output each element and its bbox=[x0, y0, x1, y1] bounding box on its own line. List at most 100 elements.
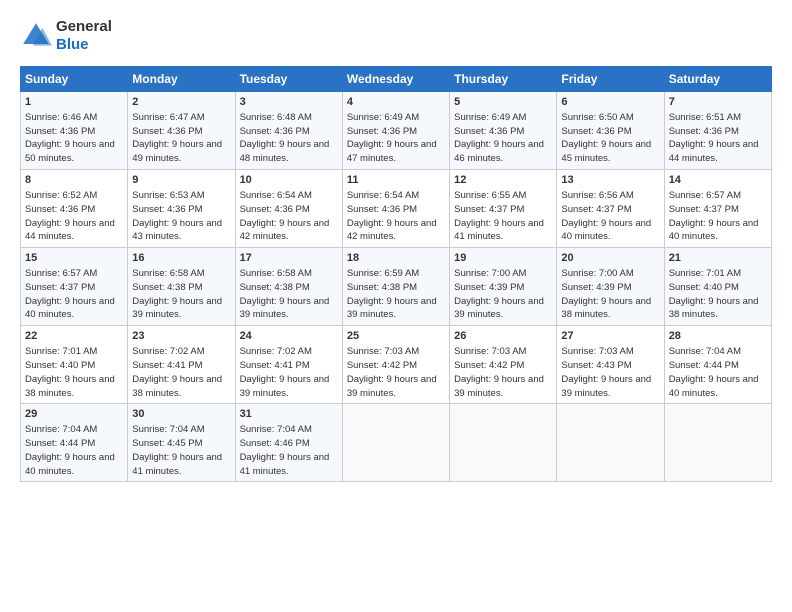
calendar-header-monday: Monday bbox=[128, 67, 235, 92]
calendar-header-tuesday: Tuesday bbox=[235, 67, 342, 92]
day-number: 25 bbox=[347, 329, 445, 344]
calendar-header-row: SundayMondayTuesdayWednesdayThursdayFrid… bbox=[21, 67, 772, 92]
day-number: 21 bbox=[669, 251, 767, 266]
calendar-cell: 22 Sunrise: 7:01 AMSunset: 4:40 PMDayligh… bbox=[21, 326, 128, 404]
day-detail: Sunrise: 7:01 AMSunset: 4:40 PMDaylight:… bbox=[25, 346, 115, 398]
day-detail: Sunrise: 6:56 AMSunset: 4:37 PMDaylight:… bbox=[561, 190, 651, 242]
day-number: 6 bbox=[561, 95, 659, 110]
calendar-table: SundayMondayTuesdayWednesdayThursdayFrid… bbox=[20, 66, 772, 482]
day-detail: Sunrise: 7:01 AMSunset: 4:40 PMDaylight:… bbox=[669, 268, 759, 320]
day-number: 3 bbox=[240, 95, 338, 110]
calendar-cell: 14Sunrise: 6:57 AMSunset: 4:37 PMDayligh… bbox=[664, 170, 771, 248]
day-detail: Sunrise: 7:04 AMSunset: 4:45 PMDaylight:… bbox=[132, 424, 222, 476]
calendar-cell: 17 Sunrise: 6:58 AMSunset: 4:38 PMDayligh… bbox=[235, 248, 342, 326]
day-detail: Sunrise: 7:00 AMSunset: 4:39 PMDaylight:… bbox=[454, 268, 544, 320]
calendar-header-friday: Friday bbox=[557, 67, 664, 92]
day-detail: Sunrise: 6:48 AMSunset: 4:36 PMDaylight:… bbox=[240, 112, 330, 164]
calendar-cell: 10Sunrise: 6:54 AMSunset: 4:36 PMDayligh… bbox=[235, 170, 342, 248]
day-number: 2 bbox=[132, 95, 230, 110]
day-detail: Sunrise: 7:02 AMSunset: 4:41 PMDaylight:… bbox=[132, 346, 222, 398]
calendar-cell: 20 Sunrise: 7:00 AMSunset: 4:39 PMDayligh… bbox=[557, 248, 664, 326]
day-number: 27 bbox=[561, 329, 659, 344]
calendar-cell: 31Sunrise: 7:04 AMSunset: 4:46 PMDayligh… bbox=[235, 404, 342, 482]
day-detail: Sunrise: 6:50 AMSunset: 4:36 PMDaylight:… bbox=[561, 112, 651, 164]
day-number: 26 bbox=[454, 329, 552, 344]
calendar-cell: 18 Sunrise: 6:59 AMSunset: 4:38 PMDayligh… bbox=[342, 248, 449, 326]
calendar-cell bbox=[342, 404, 449, 482]
day-number: 31 bbox=[240, 407, 338, 422]
calendar-header-sunday: Sunday bbox=[21, 67, 128, 92]
day-number: 7 bbox=[669, 95, 767, 110]
day-detail: Sunrise: 6:53 AMSunset: 4:36 PMDaylight:… bbox=[132, 190, 222, 242]
day-detail: Sunrise: 6:57 AMSunset: 4:37 PMDaylight:… bbox=[25, 268, 115, 320]
day-detail: Sunrise: 6:49 AMSunset: 4:36 PMDaylight:… bbox=[347, 112, 437, 164]
calendar-cell: 26 Sunrise: 7:03 AMSunset: 4:42 PMDayligh… bbox=[450, 326, 557, 404]
calendar-cell: 6 Sunrise: 6:50 AMSunset: 4:36 PMDaylight… bbox=[557, 92, 664, 170]
calendar-header-saturday: Saturday bbox=[664, 67, 771, 92]
calendar-cell: 8 Sunrise: 6:52 AMSunset: 4:36 PMDaylight… bbox=[21, 170, 128, 248]
header: General Blue bbox=[20, 18, 772, 54]
calendar-week-5: 29 Sunrise: 7:04 AMSunset: 4:44 PMDayligh… bbox=[21, 404, 772, 482]
day-number: 11 bbox=[347, 173, 445, 188]
day-detail: Sunrise: 6:55 AMSunset: 4:37 PMDaylight:… bbox=[454, 190, 544, 242]
calendar-week-1: 1Sunrise: 6:46 AMSunset: 4:36 PMDaylight… bbox=[21, 92, 772, 170]
day-detail: Sunrise: 6:47 AMSunset: 4:36 PMDaylight:… bbox=[132, 112, 222, 164]
day-number: 14 bbox=[669, 173, 767, 188]
day-number: 28 bbox=[669, 329, 767, 344]
calendar-cell: 29 Sunrise: 7:04 AMSunset: 4:44 PMDayligh… bbox=[21, 404, 128, 482]
logo-text: General Blue bbox=[56, 18, 112, 54]
day-number: 29 bbox=[25, 407, 123, 422]
day-number: 13 bbox=[561, 173, 659, 188]
day-number: 4 bbox=[347, 95, 445, 110]
day-number: 19 bbox=[454, 251, 552, 266]
day-number: 24 bbox=[240, 329, 338, 344]
day-detail: Sunrise: 6:58 AMSunset: 4:38 PMDaylight:… bbox=[240, 268, 330, 320]
day-number: 16 bbox=[132, 251, 230, 266]
day-number: 12 bbox=[454, 173, 552, 188]
day-detail: Sunrise: 7:03 AMSunset: 4:42 PMDaylight:… bbox=[347, 346, 437, 398]
day-number: 15 bbox=[25, 251, 123, 266]
calendar-cell bbox=[557, 404, 664, 482]
calendar-cell bbox=[664, 404, 771, 482]
day-detail: Sunrise: 6:52 AMSunset: 4:36 PMDaylight:… bbox=[25, 190, 115, 242]
day-detail: Sunrise: 6:54 AMSunset: 4:36 PMDaylight:… bbox=[347, 190, 437, 242]
day-detail: Sunrise: 7:00 AMSunset: 4:39 PMDaylight:… bbox=[561, 268, 651, 320]
calendar-cell: 30 Sunrise: 7:04 AMSunset: 4:45 PMDayligh… bbox=[128, 404, 235, 482]
calendar-cell: 1Sunrise: 6:46 AMSunset: 4:36 PMDaylight… bbox=[21, 92, 128, 170]
day-number: 17 bbox=[240, 251, 338, 266]
logo: General Blue bbox=[20, 18, 112, 54]
day-number: 20 bbox=[561, 251, 659, 266]
day-number: 30 bbox=[132, 407, 230, 422]
page: General Blue SundayMondayTuesdayWednesda… bbox=[0, 0, 792, 492]
day-detail: Sunrise: 6:58 AMSunset: 4:38 PMDaylight:… bbox=[132, 268, 222, 320]
calendar-cell: 11 Sunrise: 6:54 AMSunset: 4:36 PMDayligh… bbox=[342, 170, 449, 248]
calendar-header-wednesday: Wednesday bbox=[342, 67, 449, 92]
day-number: 9 bbox=[132, 173, 230, 188]
calendar-cell: 27 Sunrise: 7:03 AMSunset: 4:43 PMDayligh… bbox=[557, 326, 664, 404]
calendar-cell: 15 Sunrise: 6:57 AMSunset: 4:37 PMDayligh… bbox=[21, 248, 128, 326]
day-detail: Sunrise: 7:03 AMSunset: 4:43 PMDaylight:… bbox=[561, 346, 651, 398]
calendar-cell: 28 Sunrise: 7:04 AMSunset: 4:44 PMDayligh… bbox=[664, 326, 771, 404]
calendar-cell: 19 Sunrise: 7:00 AMSunset: 4:39 PMDayligh… bbox=[450, 248, 557, 326]
day-detail: Sunrise: 7:04 AMSunset: 4:44 PMDaylight:… bbox=[669, 346, 759, 398]
day-detail: Sunrise: 7:02 AMSunset: 4:41 PMDaylight:… bbox=[240, 346, 330, 398]
calendar-cell: 4 Sunrise: 6:49 AMSunset: 4:36 PMDaylight… bbox=[342, 92, 449, 170]
day-detail: Sunrise: 6:46 AMSunset: 4:36 PMDaylight:… bbox=[25, 112, 115, 164]
calendar-cell: 13 Sunrise: 6:56 AMSunset: 4:37 PMDayligh… bbox=[557, 170, 664, 248]
day-number: 18 bbox=[347, 251, 445, 266]
calendar-header-thursday: Thursday bbox=[450, 67, 557, 92]
calendar-cell: 21 Sunrise: 7:01 AMSunset: 4:40 PMDayligh… bbox=[664, 248, 771, 326]
calendar-cell bbox=[450, 404, 557, 482]
calendar-cell: 9 Sunrise: 6:53 AMSunset: 4:36 PMDaylight… bbox=[128, 170, 235, 248]
day-detail: Sunrise: 7:03 AMSunset: 4:42 PMDaylight:… bbox=[454, 346, 544, 398]
day-number: 5 bbox=[454, 95, 552, 110]
calendar-week-4: 22 Sunrise: 7:01 AMSunset: 4:40 PMDayligh… bbox=[21, 326, 772, 404]
day-detail: Sunrise: 6:51 AMSunset: 4:36 PMDaylight:… bbox=[669, 112, 759, 164]
logo-icon bbox=[20, 20, 52, 52]
calendar-cell: 12 Sunrise: 6:55 AMSunset: 4:37 PMDayligh… bbox=[450, 170, 557, 248]
day-number: 8 bbox=[25, 173, 123, 188]
day-detail: Sunrise: 6:59 AMSunset: 4:38 PMDaylight:… bbox=[347, 268, 437, 320]
day-detail: Sunrise: 7:04 AMSunset: 4:44 PMDaylight:… bbox=[25, 424, 115, 476]
calendar-cell: 25 Sunrise: 7:03 AMSunset: 4:42 PMDayligh… bbox=[342, 326, 449, 404]
day-number: 22 bbox=[25, 329, 123, 344]
